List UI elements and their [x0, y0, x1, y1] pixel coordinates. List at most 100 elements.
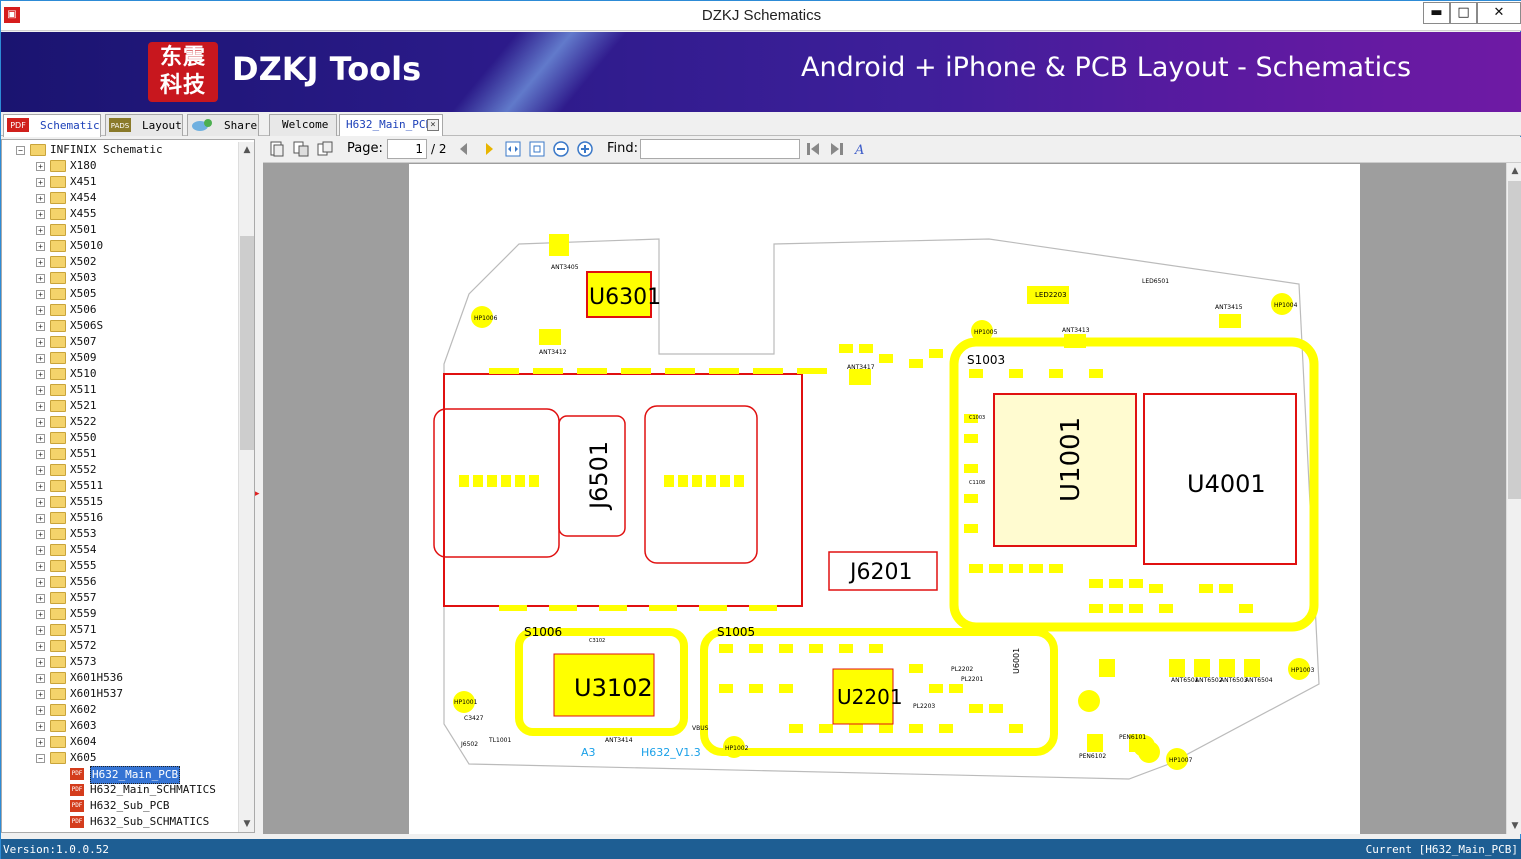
fit-page-icon[interactable]: [529, 141, 545, 157]
tree-folder[interactable]: + X551: [36, 446, 236, 462]
expand-icon[interactable]: +: [36, 562, 45, 571]
pcb-page[interactable]: U6301 J6501 J6201 U1001 U4001 U3102 U2201 S1003…: [409, 164, 1360, 834]
scroll-down-icon[interactable]: ▼: [1507, 818, 1521, 834]
expand-icon[interactable]: +: [36, 274, 45, 283]
scroll-down-icon[interactable]: ▼: [239, 816, 254, 832]
tree-folder[interactable]: + X571: [36, 622, 236, 638]
prev-page-icon[interactable]: [456, 141, 472, 157]
tree-folder[interactable]: + X572: [36, 638, 236, 654]
tree-folder[interactable]: + X180: [36, 158, 236, 174]
minimize-button[interactable]: ▬: [1423, 2, 1450, 24]
expand-icon[interactable]: +: [36, 386, 45, 395]
tree-folder[interactable]: + X555: [36, 558, 236, 574]
tree-folder[interactable]: + X5515: [36, 494, 236, 510]
tree-folder[interactable]: + X5010: [36, 238, 236, 254]
tree-folder[interactable]: + X5511: [36, 478, 236, 494]
expand-icon[interactable]: +: [36, 466, 45, 475]
expand-icon[interactable]: +: [36, 482, 45, 491]
document-viewer[interactable]: U6301 J6501 J6201 U1001 U4001 U3102 U2201 S1003…: [263, 163, 1506, 834]
collapse-icon[interactable]: −: [36, 754, 45, 763]
expand-icon[interactable]: +: [36, 530, 45, 539]
tab-layout[interactable]: PADS Layout: [105, 114, 183, 136]
export-icon[interactable]: [317, 141, 333, 157]
find-next-icon[interactable]: [829, 141, 845, 157]
expand-icon[interactable]: +: [36, 658, 45, 667]
expand-icon[interactable]: +: [36, 706, 45, 715]
expand-icon[interactable]: +: [36, 642, 45, 651]
expand-icon[interactable]: +: [36, 450, 45, 459]
doc-tab-welcome[interactable]: Welcome: [269, 114, 337, 136]
find-input[interactable]: [640, 139, 800, 159]
tree-folder[interactable]: + X552: [36, 462, 236, 478]
scroll-up-icon[interactable]: ▲: [1507, 163, 1521, 179]
tree-file[interactable]: PDF H632_Main_SCHMATICS: [70, 782, 235, 798]
tree-root[interactable]: − INFINIX Schematic: [16, 142, 236, 158]
tree-folder[interactable]: + X502: [36, 254, 236, 270]
expand-icon[interactable]: +: [36, 226, 45, 235]
doc-tab-main-pcb[interactable]: H632_Main_PCB ×: [339, 114, 443, 136]
tab-share[interactable]: Share: [187, 114, 259, 136]
expand-icon[interactable]: +: [36, 370, 45, 379]
expand-icon[interactable]: +: [36, 626, 45, 635]
expand-icon[interactable]: +: [36, 290, 45, 299]
tree-file[interactable]: PDF H632_Sub_SCHMATICS: [70, 814, 235, 830]
tree-file[interactable]: PDF H632_Main_PCB: [70, 766, 235, 784]
tree-folder[interactable]: + X451: [36, 174, 236, 190]
expand-icon[interactable]: +: [36, 418, 45, 427]
tree-folder[interactable]: + X510: [36, 366, 236, 382]
tree-folder[interactable]: + X522: [36, 414, 236, 430]
tree-folder[interactable]: + X501: [36, 222, 236, 238]
tree-folder[interactable]: + X505: [36, 286, 236, 302]
expand-icon[interactable]: +: [36, 306, 45, 315]
expand-icon[interactable]: +: [36, 610, 45, 619]
match-case-icon[interactable]: A: [853, 141, 869, 157]
tree-folder[interactable]: + X559: [36, 606, 236, 622]
viewer-scroll-thumb[interactable]: [1508, 181, 1521, 499]
expand-icon[interactable]: +: [36, 594, 45, 603]
expand-icon[interactable]: +: [36, 162, 45, 171]
tree-folder[interactable]: + X454: [36, 190, 236, 206]
close-button[interactable]: ✕: [1477, 2, 1521, 24]
tree-folder[interactable]: + X455: [36, 206, 236, 222]
tree-scroll-thumb[interactable]: [240, 236, 254, 450]
tree-folder[interactable]: + X511: [36, 382, 236, 398]
viewer-scrollbar[interactable]: ▲ ▼: [1506, 163, 1521, 834]
tree-folder[interactable]: + X503: [36, 270, 236, 286]
tree-folder[interactable]: + X509: [36, 350, 236, 366]
collapse-icon[interactable]: −: [16, 146, 25, 155]
zoom-out-icon[interactable]: [553, 141, 569, 157]
maximize-button[interactable]: □: [1450, 2, 1477, 24]
expand-icon[interactable]: +: [36, 210, 45, 219]
find-prev-icon[interactable]: [805, 141, 821, 157]
expand-icon[interactable]: +: [36, 434, 45, 443]
expand-icon[interactable]: +: [36, 722, 45, 731]
tree-folder[interactable]: + X573: [36, 654, 236, 670]
expand-icon[interactable]: +: [36, 690, 45, 699]
expand-icon[interactable]: +: [36, 242, 45, 251]
expand-icon[interactable]: +: [36, 258, 45, 267]
expand-icon[interactable]: +: [36, 514, 45, 523]
tree-folder[interactable]: + X557: [36, 590, 236, 606]
tree-folder[interactable]: + X550: [36, 430, 236, 446]
close-tab-icon[interactable]: ×: [427, 119, 439, 131]
next-page-icon[interactable]: [481, 141, 497, 157]
tree-folder[interactable]: + X5516: [36, 510, 236, 526]
panel-splitter[interactable]: ▸: [255, 139, 263, 833]
scroll-up-icon[interactable]: ▲: [239, 142, 254, 158]
expand-icon[interactable]: +: [36, 194, 45, 203]
tab-schematic[interactable]: PDF Schematic: [3, 114, 101, 137]
tree-folder[interactable]: + X602: [36, 702, 236, 718]
tree-folder[interactable]: + X553: [36, 526, 236, 542]
expand-icon[interactable]: +: [36, 498, 45, 507]
tree-folder[interactable]: − X605: [36, 750, 236, 766]
expand-icon[interactable]: +: [36, 354, 45, 363]
tree-folder[interactable]: + X506S: [36, 318, 236, 334]
fit-width-icon[interactable]: [505, 141, 521, 157]
expand-icon[interactable]: +: [36, 674, 45, 683]
tree-folder[interactable]: + X521: [36, 398, 236, 414]
tree-folder[interactable]: + X601H536: [36, 670, 236, 686]
tree-folder[interactable]: + X603: [36, 718, 236, 734]
tree-file[interactable]: PDF H632_Sub_PCB: [70, 798, 235, 814]
tree-folder[interactable]: + X507: [36, 334, 236, 350]
tree-folder[interactable]: + X601H537: [36, 686, 236, 702]
